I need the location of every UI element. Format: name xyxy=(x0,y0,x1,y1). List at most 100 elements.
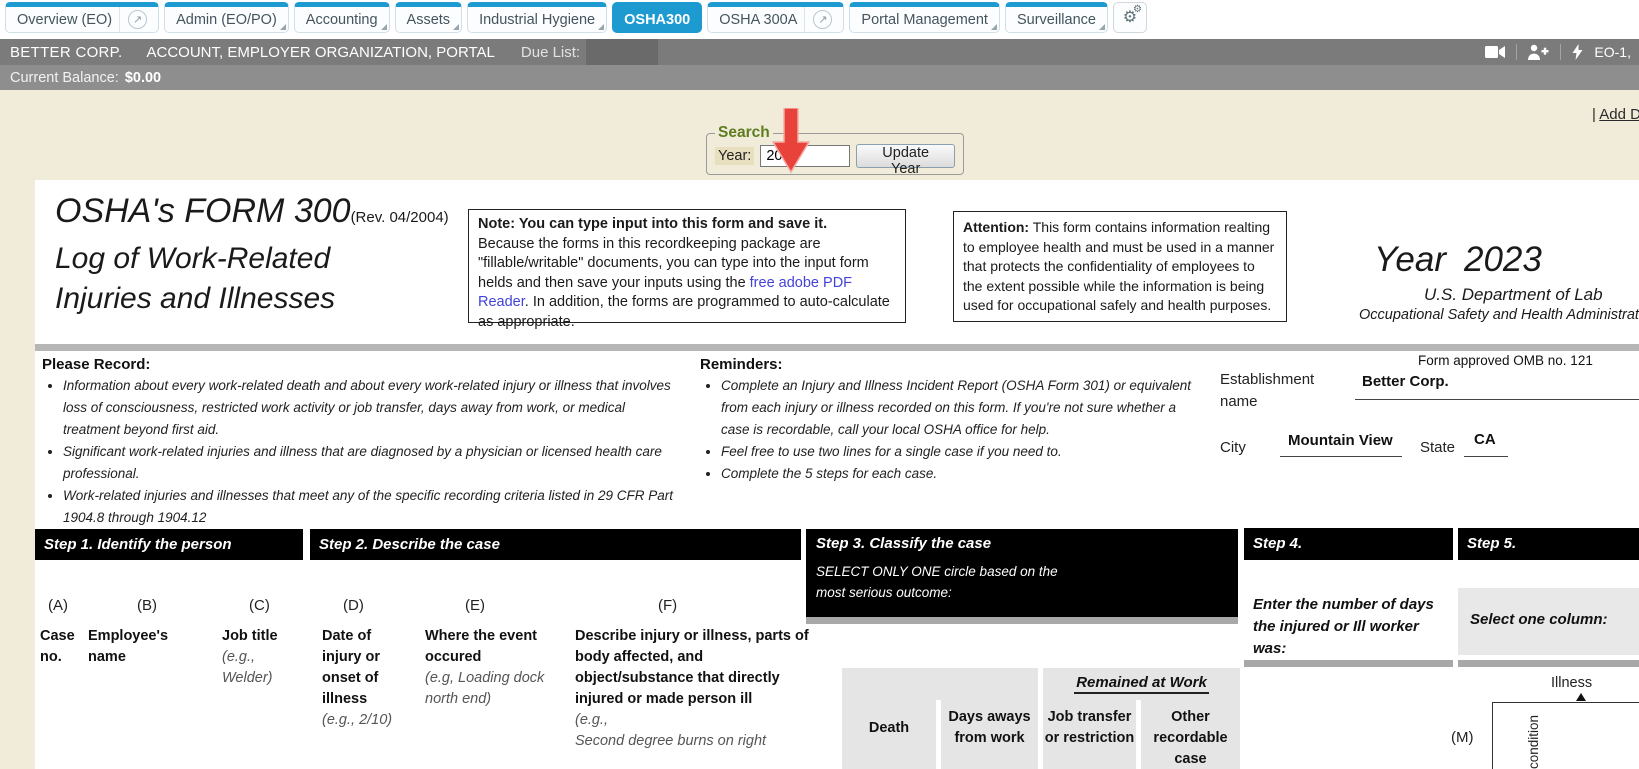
link-separator: | xyxy=(1592,106,1596,123)
step3-subtitle: SELECT ONLY ONE circle based on the most… xyxy=(816,561,1238,603)
tab-label: OSHA 300A xyxy=(719,12,797,28)
record-bullet: Information about every work-related dea… xyxy=(63,375,678,441)
city-underline xyxy=(1280,456,1402,457)
city-value[interactable]: Mountain View xyxy=(1288,432,1393,449)
step5-header: Step 5. xyxy=(1458,528,1639,560)
record-bullet: Significant work-related injuries and il… xyxy=(63,441,678,485)
tab-portal-management[interactable]: Portal Management xyxy=(849,2,1000,33)
column-title-employee-name: Employee's name xyxy=(88,626,200,668)
please-record-heading: Please Record: xyxy=(42,356,150,373)
context-bar-actions: EO-1, xyxy=(1485,44,1639,60)
tab-bar: Overview (EO) ↗ Admin (EO/PO) Accounting… xyxy=(0,0,1639,38)
column-title-where-event: Where the event occured (e.g, Loading do… xyxy=(425,626,577,710)
describe-title-text: Describe injury or illness, parts of bod… xyxy=(575,626,817,710)
red-annotation-arrow xyxy=(772,108,810,174)
column-letter-d: (D) xyxy=(343,597,364,614)
tab-osha300a[interactable]: OSHA 300A ↗ xyxy=(707,2,844,33)
menu-corner-icon xyxy=(381,24,387,30)
tab-label: OSHA300 xyxy=(624,12,690,28)
tab-industrial-hygiene[interactable]: Industrial Hygiene xyxy=(467,2,607,33)
form-year-label: Year xyxy=(1374,240,1446,279)
please-record-list: Information about every work-related dea… xyxy=(46,375,678,529)
eo-list-text: EO-1, xyxy=(1594,44,1631,60)
step4-description: Enter the number of days the injured or … xyxy=(1253,594,1445,660)
balance-value: $0.00 xyxy=(125,70,161,86)
settings-gear-button[interactable]: ⚙ ⚙ xyxy=(1113,2,1147,33)
app-window: Overview (EO) ↗ Admin (EO/PO) Accounting… xyxy=(0,0,1639,769)
popout-icon[interactable]: ↗ xyxy=(813,10,832,29)
step5-gray-strip xyxy=(1458,660,1639,667)
search-row: Year: Update Year xyxy=(715,144,955,168)
agency-line: Occupational Safety and Health Administr… xyxy=(1359,307,1639,323)
department-line: U.S. Department of Lab xyxy=(1424,285,1603,305)
form-year: Year 2023 xyxy=(1374,240,1542,280)
tab-label: Accounting xyxy=(306,12,378,28)
popout-icon[interactable]: ↗ xyxy=(128,10,147,29)
m-column-label: (M) xyxy=(1451,729,1474,746)
form-subtitle: Log of Work-Related Injuries and Illness… xyxy=(55,239,335,319)
classify-job-transfer: Job transfer or restriction xyxy=(1043,707,1136,749)
divider xyxy=(1560,44,1561,60)
context-bar: BETTER CORP. ACCOUNT, EMPLOYER ORGANIZAT… xyxy=(0,39,1639,65)
video-camera-icon[interactable] xyxy=(1485,45,1505,59)
step1-header: Step 1. Identify the person xyxy=(35,529,303,560)
step3-gray-strip xyxy=(806,617,1238,624)
tab-overview-eo[interactable]: Overview (EO) ↗ xyxy=(5,2,159,33)
tab-accounting[interactable]: Accounting xyxy=(294,2,390,33)
note-box: Note: You can type input into this form … xyxy=(468,209,906,323)
tab-surveillance[interactable]: Surveillance xyxy=(1005,2,1108,33)
tab-admin-eo-po[interactable]: Admin (EO/PO) xyxy=(164,2,289,33)
establishment-underline xyxy=(1355,399,1639,400)
column-title-case-no: Case no. xyxy=(40,626,86,668)
form-title: OSHA's FORM 300(Rev. 04/2004) xyxy=(55,192,449,231)
classify-remained-at-work: Remained at Work xyxy=(1043,672,1240,694)
where-example: (e.g, Loading dock north end) xyxy=(425,668,577,710)
menu-corner-icon xyxy=(453,24,459,30)
city-label: City xyxy=(1220,437,1246,459)
remained-at-work-text: Remained at Work xyxy=(1074,674,1209,694)
menu-corner-icon xyxy=(991,24,997,30)
column-letter-e: (E) xyxy=(465,597,485,614)
reminder-bullet: Complete an Injury and Illness Incident … xyxy=(721,375,1200,441)
rotated-partial-left: r xyxy=(1496,752,1511,769)
note-title: Note: You can type input into this form … xyxy=(478,215,896,235)
illness-column-box xyxy=(1492,702,1639,769)
rotated-condition-label: condition xyxy=(1526,705,1541,769)
update-year-button[interactable]: Update Year xyxy=(856,144,955,168)
job-title-example: (e.g., Welder) xyxy=(222,647,304,689)
establishment-value[interactable]: Better Corp. xyxy=(1362,373,1449,390)
tab-osha300[interactable]: OSHA300 xyxy=(612,2,702,33)
job-title-text: Job title xyxy=(222,626,304,647)
illness-pointer-icon xyxy=(1576,693,1586,701)
add-link[interactable]: Add D xyxy=(1599,106,1639,123)
column-letter-b: (B) xyxy=(137,597,157,614)
tab-assets[interactable]: Assets xyxy=(395,2,463,33)
classify-death: Death xyxy=(842,718,936,739)
column-letter-c: (C) xyxy=(249,597,270,614)
add-user-icon[interactable] xyxy=(1528,44,1549,60)
tab-label: Overview (EO) xyxy=(17,12,112,28)
attention-box: Attention: This form contains informatio… xyxy=(953,211,1287,322)
step3-header: Step 3. Classify the case SELECT ONLY ON… xyxy=(806,529,1238,617)
step3-title: Step 3. Classify the case xyxy=(816,535,1238,552)
balance-label: Current Balance: xyxy=(10,70,119,86)
gear-icon-small: ⚙ xyxy=(1133,5,1142,15)
attention-title: Attention: xyxy=(963,219,1029,235)
divider xyxy=(1516,44,1517,60)
form-year-value: 2023 xyxy=(1464,240,1542,279)
omb-approval: Form approved OMB no. 121 xyxy=(1418,353,1593,368)
state-value[interactable]: CA xyxy=(1474,431,1496,448)
year-label: Year: xyxy=(715,147,754,165)
classify-other-recordable: Other recordable case xyxy=(1141,707,1240,769)
column-title-date-of-injury: Date of injury or onset of illness (e.g.… xyxy=(322,626,410,731)
date-title-text: Date of injury or onset of illness xyxy=(322,626,410,710)
menu-corner-icon xyxy=(280,24,286,30)
tab-label: Portal Management xyxy=(861,12,988,28)
balance-bar: Current Balance: $0.00 xyxy=(0,65,1639,90)
due-list-box[interactable] xyxy=(586,39,658,65)
state-underline xyxy=(1464,456,1508,457)
column-title-describe-injury: Describe injury or illness, parts of bod… xyxy=(575,626,817,752)
lightning-bolt-icon[interactable] xyxy=(1572,44,1583,60)
form-subtitle-line2: Injuries and Illnesses xyxy=(55,279,335,319)
search-fieldset: Search Year: Update Year xyxy=(706,124,964,175)
